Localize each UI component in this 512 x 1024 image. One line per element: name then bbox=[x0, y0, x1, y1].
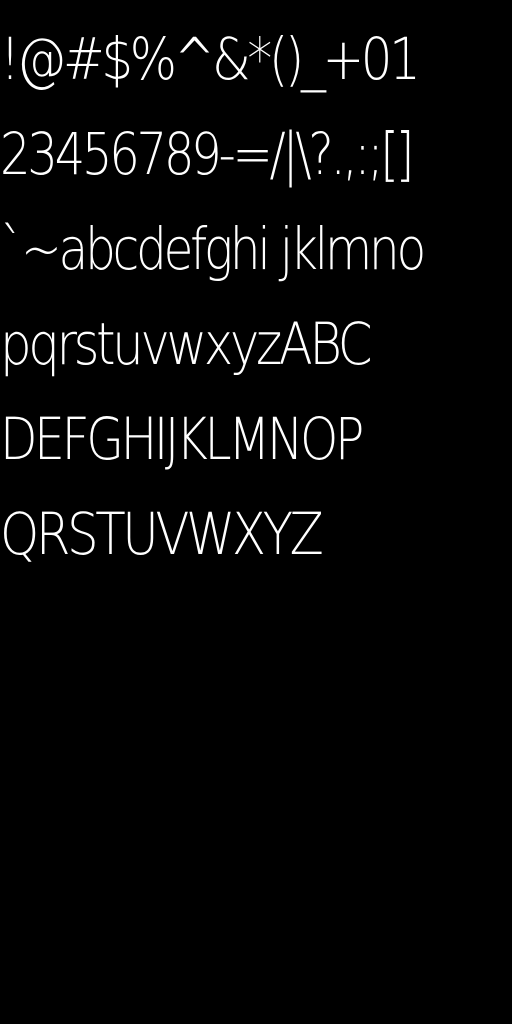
glyph-line-uppercase-d-p: DEFGHIJKLMNOP bbox=[0, 405, 364, 473]
glyph-line-symbols: !@#$%^&*()_+01 bbox=[0, 25, 421, 93]
glyph-line-lowercase-p-z-uppercase-a-c: pqrstuvwxyzABC bbox=[0, 310, 373, 378]
glyph-line-lowercase-a-o: `~abcdefghi jklmno bbox=[0, 215, 426, 283]
glyph-line-uppercase-q-z: QRSTUVWXYZ bbox=[0, 500, 324, 568]
font-specimen-screen: !@#$%^&*()_+01 23456789-=/|\?.,:;[] `~ab… bbox=[0, 0, 512, 1024]
glyph-line-digits-punctuation: 23456789-=/|\?.,:;[] bbox=[0, 120, 414, 188]
glyph-specimen: !@#$%^&*()_+01 23456789-=/|\?.,:;[] `~ab… bbox=[0, 14, 512, 584]
